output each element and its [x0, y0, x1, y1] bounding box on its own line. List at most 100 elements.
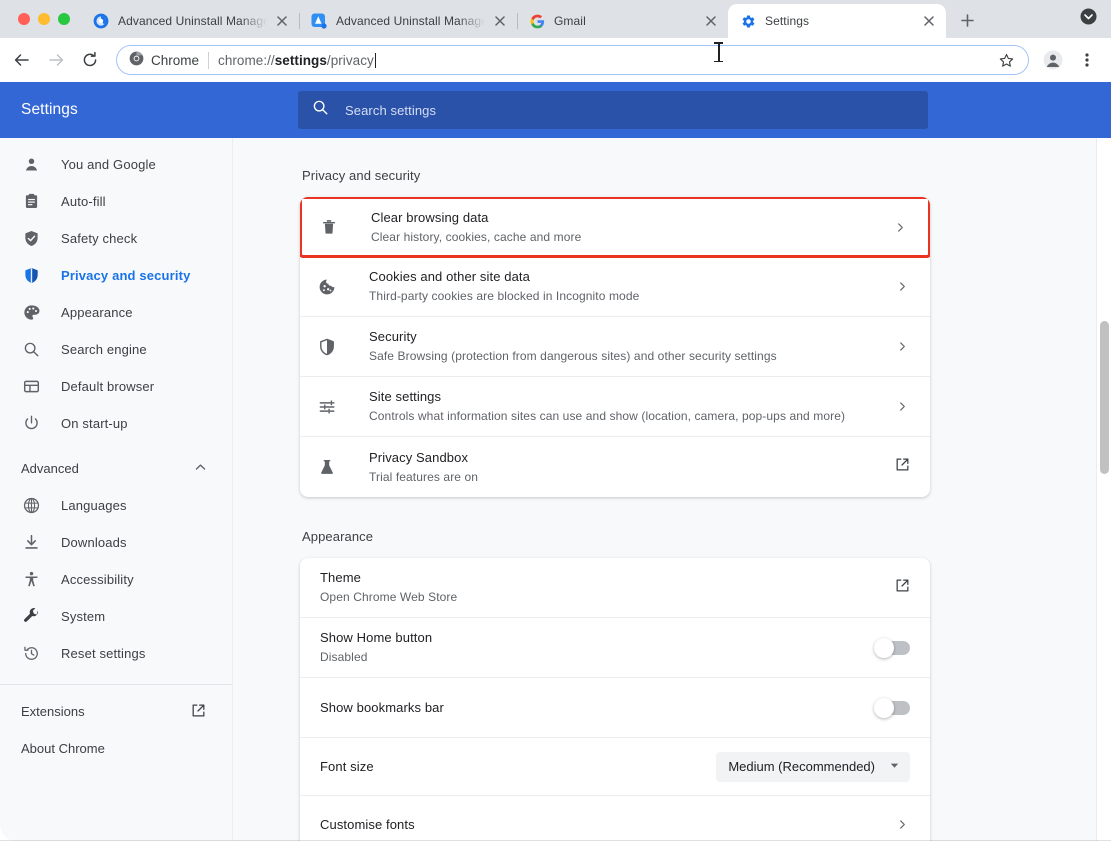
- row-subtitle: Trial features are on: [369, 469, 883, 486]
- sidebar-item-reset-settings[interactable]: Reset settings: [0, 635, 232, 672]
- sidebar-item-you-and-google[interactable]: You and Google: [0, 146, 232, 183]
- sidebar-item-system[interactable]: System: [0, 598, 232, 635]
- show-home-button-toggle[interactable]: [876, 641, 910, 655]
- url-prefix: chrome://: [218, 53, 275, 68]
- external-link-icon[interactable]: [895, 578, 910, 598]
- chevron-down-circle-icon[interactable]: [1080, 8, 1097, 30]
- search-input[interactable]: Search settings: [298, 91, 928, 129]
- sidebar-item-label: Extensions: [21, 704, 191, 719]
- tab-close-button[interactable]: [920, 12, 938, 30]
- row-control[interactable]: [892, 219, 908, 235]
- tab-settings[interactable]: Settings: [728, 4, 946, 38]
- profile-avatar-button[interactable]: [1037, 44, 1069, 76]
- sidebar-item-extensions[interactable]: Extensions: [0, 693, 232, 730]
- scrollbar-thumb[interactable]: [1100, 321, 1109, 474]
- row-control[interactable]: [895, 457, 910, 477]
- tab-title: Advanced Uninstall Manager on: [336, 14, 485, 28]
- minimize-window-button[interactable]: [38, 13, 50, 25]
- browser-window-icon: [21, 377, 41, 397]
- tab-gmail[interactable]: Gmail: [517, 4, 728, 38]
- row-control[interactable]: [894, 279, 910, 295]
- external-link-icon[interactable]: [895, 457, 910, 477]
- sidebar-item-on-start-up[interactable]: On start-up: [0, 405, 232, 442]
- settings-content: You and Google Auto-fill: [0, 138, 1111, 841]
- row-title: Site settings: [369, 388, 882, 406]
- row-customise-fonts[interactable]: Customise fonts: [300, 796, 930, 841]
- row-site-settings[interactable]: Site settings Controls what information …: [300, 377, 930, 437]
- search-icon: [21, 340, 41, 360]
- star-icon[interactable]: [994, 48, 1018, 72]
- reload-button[interactable]: [74, 44, 106, 76]
- row-control[interactable]: [894, 817, 910, 833]
- chevron-right-icon[interactable]: [894, 399, 910, 415]
- row-subtitle: Open Chrome Web Store: [320, 589, 883, 606]
- font-size-select[interactable]: Medium (Recommended): [716, 752, 910, 782]
- new-tab-button[interactable]: [952, 5, 982, 35]
- url-bold: settings: [275, 53, 327, 68]
- privacy-section-title: Privacy and security: [302, 168, 1111, 183]
- row-title: Show Home button: [320, 629, 864, 647]
- wrench-icon: [21, 607, 41, 627]
- external-link-icon[interactable]: [191, 703, 206, 721]
- row-theme[interactable]: Theme Open Chrome Web Store: [300, 558, 930, 618]
- row-control[interactable]: [894, 339, 910, 355]
- chevron-right-icon[interactable]: [894, 817, 910, 833]
- tab-advanced-uninstall-manager-1[interactable]: Advanced Uninstall Manager: U: [81, 4, 299, 38]
- sidebar-item-downloads[interactable]: Downloads: [0, 524, 232, 561]
- back-button[interactable]: [6, 44, 38, 76]
- sidebar-divider: [0, 684, 232, 685]
- sidebar-item-about-chrome[interactable]: About Chrome: [0, 730, 232, 767]
- row-font-size[interactable]: Font size Medium (Recommended): [300, 738, 930, 796]
- row-control[interactable]: Medium (Recommended): [716, 752, 910, 782]
- row-control[interactable]: [876, 641, 910, 655]
- tab-close-button[interactable]: [491, 12, 509, 30]
- settings-main-pane: Privacy and security Clear browsing data…: [233, 138, 1111, 841]
- row-text: Security Safe Browsing (protection from …: [369, 328, 882, 365]
- row-show-home-button[interactable]: Show Home button Disabled: [300, 618, 930, 678]
- settings-sidebar: You and Google Auto-fill: [0, 138, 233, 841]
- row-control[interactable]: [895, 578, 910, 598]
- sidebar-item-search-engine[interactable]: Search engine: [0, 331, 232, 368]
- tab-close-button[interactable]: [273, 12, 291, 30]
- page-scrollbar[interactable]: [1096, 138, 1111, 841]
- sidebar-item-label: Reset settings: [61, 646, 145, 661]
- sidebar-item-label: Safety check: [61, 231, 137, 246]
- close-window-button[interactable]: [18, 13, 30, 25]
- sidebar-item-default-browser[interactable]: Default browser: [0, 368, 232, 405]
- chrome-origin-chip[interactable]: Chrome: [129, 51, 208, 69]
- sidebar-group-label: Advanced: [21, 461, 195, 476]
- row-show-bookmarks-bar[interactable]: Show bookmarks bar: [300, 678, 930, 738]
- sidebar-item-accessibility[interactable]: Accessibility: [0, 561, 232, 598]
- sidebar-item-label: On start-up: [61, 416, 128, 431]
- sidebar-item-privacy-and-security[interactable]: Privacy and security: [0, 257, 232, 294]
- three-dot-menu-icon[interactable]: [1071, 44, 1103, 76]
- row-subtitle: Controls what information sites can use …: [369, 408, 882, 425]
- sidebar-item-languages[interactable]: Languages: [0, 487, 232, 524]
- row-cookies-and-other-site-data[interactable]: Cookies and other site data Third-party …: [300, 257, 930, 317]
- forward-button[interactable]: [40, 44, 72, 76]
- chevron-up-icon[interactable]: [195, 461, 206, 476]
- sidebar-item-label: Default browser: [61, 379, 154, 394]
- row-security[interactable]: Security Safe Browsing (protection from …: [300, 317, 930, 377]
- trash-icon: [319, 217, 339, 237]
- globe-blue-icon: [93, 13, 109, 29]
- chevron-right-icon[interactable]: [894, 279, 910, 295]
- row-clear-browsing-data[interactable]: Clear browsing data Clear history, cooki…: [300, 197, 930, 258]
- sidebar-item-appearance[interactable]: Appearance: [0, 294, 232, 331]
- maximize-window-button[interactable]: [58, 13, 70, 25]
- chevron-right-icon[interactable]: [892, 219, 908, 235]
- tab-close-button[interactable]: [702, 12, 720, 30]
- address-bar[interactable]: Chrome chrome://settings/privacy: [116, 45, 1029, 75]
- chevron-right-icon[interactable]: [894, 339, 910, 355]
- row-control[interactable]: [876, 701, 910, 715]
- sidebar-item-auto-fill[interactable]: Auto-fill: [0, 183, 232, 220]
- show-bookmarks-bar-toggle[interactable]: [876, 701, 910, 715]
- tab-advanced-uninstall-manager-2[interactable]: Advanced Uninstall Manager on: [299, 4, 517, 38]
- shield-icon: [21, 266, 41, 286]
- row-control[interactable]: [894, 399, 910, 415]
- sidebar-group-advanced[interactable]: Advanced: [0, 450, 232, 487]
- row-privacy-sandbox[interactable]: Privacy Sandbox Trial features are on: [300, 437, 930, 497]
- sidebar-item-safety-check[interactable]: Safety check: [0, 220, 232, 257]
- row-text: Cookies and other site data Third-party …: [369, 268, 882, 305]
- sidebar-item-label: Languages: [61, 498, 127, 513]
